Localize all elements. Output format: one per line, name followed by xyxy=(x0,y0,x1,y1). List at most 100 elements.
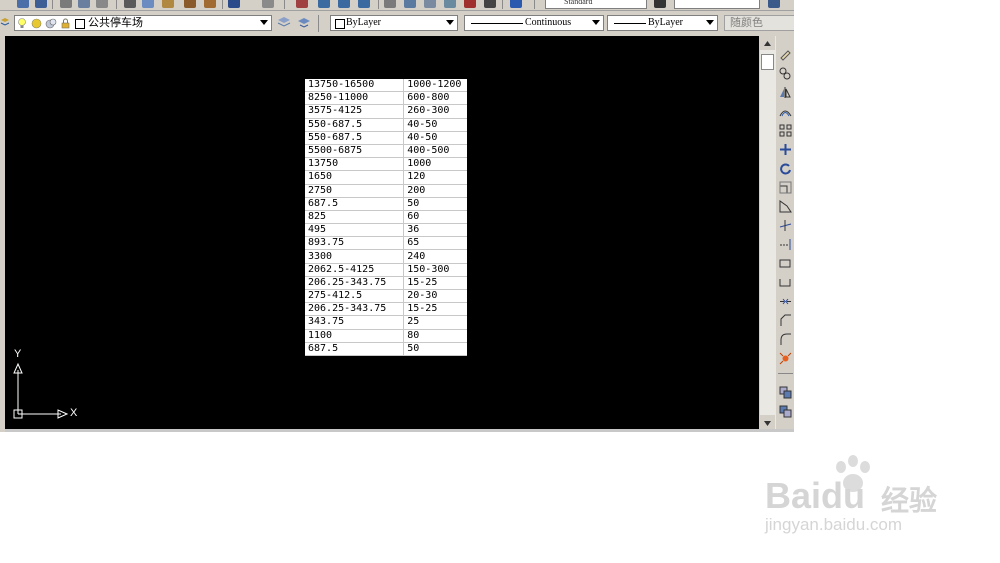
table-cell-area[interactable]: 3300 xyxy=(305,249,405,264)
table-row[interactable]: 687.5 50 xyxy=(305,342,467,356)
offset-icon[interactable] xyxy=(779,105,792,118)
lock-icon[interactable] xyxy=(60,18,71,29)
table-row[interactable]: 206.25-343.75 15-25 xyxy=(305,302,467,317)
fillet-icon[interactable] xyxy=(779,333,792,346)
table-row[interactable]: 550-687.5 40-50 xyxy=(305,118,467,132)
table-row[interactable]: 550-687.5 40-50 xyxy=(305,131,467,145)
lineweight-dropdown[interactable]: ByLayer xyxy=(607,15,718,31)
table-cell-count[interactable]: 600-800 xyxy=(403,91,467,106)
match-properties-icon[interactable] xyxy=(184,0,196,8)
move-icon[interactable] xyxy=(779,143,792,156)
markup-icon[interactable] xyxy=(464,0,476,8)
block-editor-icon[interactable] xyxy=(204,0,216,8)
plot-style-dropdown[interactable]: 随颜色 xyxy=(724,15,794,31)
table-cell-area[interactable]: 5500-6875 xyxy=(305,144,405,159)
make-current-layer-icon[interactable] xyxy=(277,16,291,28)
print-icon[interactable] xyxy=(60,0,72,8)
calculator-icon[interactable] xyxy=(484,0,496,8)
table-cell-area[interactable]: 2062.5-4125 xyxy=(305,263,405,277)
explode-icon[interactable] xyxy=(779,352,792,365)
preview-icon[interactable] xyxy=(78,0,90,8)
table-cell-area[interactable]: 206.25-343.75 xyxy=(305,302,405,317)
array-icon[interactable] xyxy=(779,124,792,137)
table-row[interactable]: 1650 120 xyxy=(305,170,467,185)
table-cell-count[interactable]: 36 xyxy=(403,223,467,238)
table-cell-count[interactable]: 1000-1200 xyxy=(403,79,467,93)
table-row[interactable]: 5500-6875 400-500 xyxy=(305,144,467,159)
pan-icon[interactable] xyxy=(296,0,308,8)
linetype-dropdown[interactable]: Continuous xyxy=(464,15,604,31)
table-row[interactable]: 13750 1000 xyxy=(305,157,467,172)
table-cell-count[interactable]: 400-500 xyxy=(403,144,467,159)
design-center-icon[interactable] xyxy=(404,0,416,8)
chevron-down-icon[interactable] xyxy=(260,20,268,25)
properties-icon[interactable] xyxy=(384,0,396,8)
table-cell-count[interactable]: 1000 xyxy=(403,157,467,172)
table-cell-count[interactable]: 50 xyxy=(403,197,467,211)
zoom-realtime-icon[interactable] xyxy=(318,0,330,8)
layer-color-swatch[interactable] xyxy=(75,19,85,29)
tool-palettes-icon[interactable] xyxy=(424,0,436,8)
table-cell-count[interactable]: 80 xyxy=(403,329,467,343)
table-cell-area[interactable]: 687.5 xyxy=(305,342,405,356)
dim-style-icon[interactable] xyxy=(654,0,666,8)
chevron-down-icon[interactable] xyxy=(592,20,600,25)
redo-icon[interactable] xyxy=(262,0,274,8)
table-cell-area[interactable]: 8250-11000 xyxy=(305,91,405,106)
join-icon[interactable] xyxy=(779,295,792,308)
scroll-thumb[interactable] xyxy=(761,54,774,70)
table-row[interactable]: 2750 200 xyxy=(305,184,467,198)
paste-icon[interactable] xyxy=(162,0,174,8)
table-cell-count[interactable]: 15-25 xyxy=(403,302,467,317)
mirror-icon[interactable] xyxy=(779,86,792,99)
break-at-point-icon[interactable] xyxy=(779,257,792,270)
layer-previous-icon[interactable] xyxy=(297,16,311,28)
table-row[interactable]: 343.75 25 xyxy=(305,315,467,330)
layer-dropdown[interactable]: 公共停车场 xyxy=(14,15,272,31)
stretch-icon[interactable] xyxy=(779,200,792,213)
save-icon[interactable] xyxy=(17,0,29,8)
drawing-canvas[interactable]: 13750-16500 1000-1200 8250-11000 600-800 357… xyxy=(5,36,759,429)
table-cell-area[interactable]: 3575-4125 xyxy=(305,104,405,119)
table-row[interactable]: 495 36 xyxy=(305,223,467,238)
table-cell-area[interactable]: 550-687.5 xyxy=(305,118,405,132)
table-cell-count[interactable]: 40-50 xyxy=(403,131,467,145)
table-row[interactable]: 206.25-343.75 15-25 xyxy=(305,276,467,291)
table-cell-count[interactable]: 120 xyxy=(403,170,467,185)
table-cell-area[interactable]: 2750 xyxy=(305,184,405,198)
table-cell-count[interactable]: 150-300 xyxy=(403,263,467,277)
table-row[interactable]: 275-412.5 20-30 xyxy=(305,289,467,304)
table-cell-count[interactable]: 20-30 xyxy=(403,289,467,304)
table-cell-count[interactable]: 260-300 xyxy=(403,104,467,119)
table-row[interactable]: 8250-11000 600-800 xyxy=(305,91,467,106)
vertical-scrollbar[interactable] xyxy=(760,36,776,429)
table-cell-area[interactable]: 893.75 xyxy=(305,236,405,251)
table-row[interactable]: 687.5 50 xyxy=(305,197,467,211)
table-cell-count[interactable]: 60 xyxy=(403,210,467,225)
table-cell-area[interactable]: 550-687.5 xyxy=(305,131,405,145)
open-icon[interactable] xyxy=(35,0,47,8)
table-row[interactable]: 3575-4125 260-300 xyxy=(305,104,467,119)
copy-icon[interactable] xyxy=(142,0,154,8)
data-table[interactable]: 13750-16500 1000-1200 8250-11000 600-800 357… xyxy=(305,79,467,356)
table-row[interactable]: 2062.5-4125 150-300 xyxy=(305,263,467,277)
table-row[interactable]: 893.75 65 xyxy=(305,236,467,251)
zoom-window-icon[interactable] xyxy=(338,0,350,8)
sheet-set-icon[interactable] xyxy=(444,0,456,8)
table-cell-area[interactable]: 825 xyxy=(305,210,405,225)
chevron-down-icon[interactable] xyxy=(706,20,714,25)
scroll-up-button[interactable] xyxy=(760,36,775,50)
break-icon[interactable] xyxy=(779,276,792,289)
table-cell-count[interactable]: 25 xyxy=(403,315,467,330)
trim-icon[interactable] xyxy=(779,219,792,232)
table-row[interactable]: 13750-16500 1000-1200 xyxy=(305,79,467,93)
cut-icon[interactable] xyxy=(124,0,136,8)
copy-object-icon[interactable] xyxy=(779,67,792,80)
table-cell-area[interactable]: 343.75 xyxy=(305,315,405,330)
chamfer-icon[interactable] xyxy=(779,314,792,327)
table-cell-area[interactable]: 687.5 xyxy=(305,197,405,211)
extend-icon[interactable] xyxy=(779,238,792,251)
table-cell-count[interactable]: 50 xyxy=(403,342,467,356)
table-cell-area[interactable]: 495 xyxy=(305,223,405,238)
table-row[interactable]: 825 60 xyxy=(305,210,467,225)
